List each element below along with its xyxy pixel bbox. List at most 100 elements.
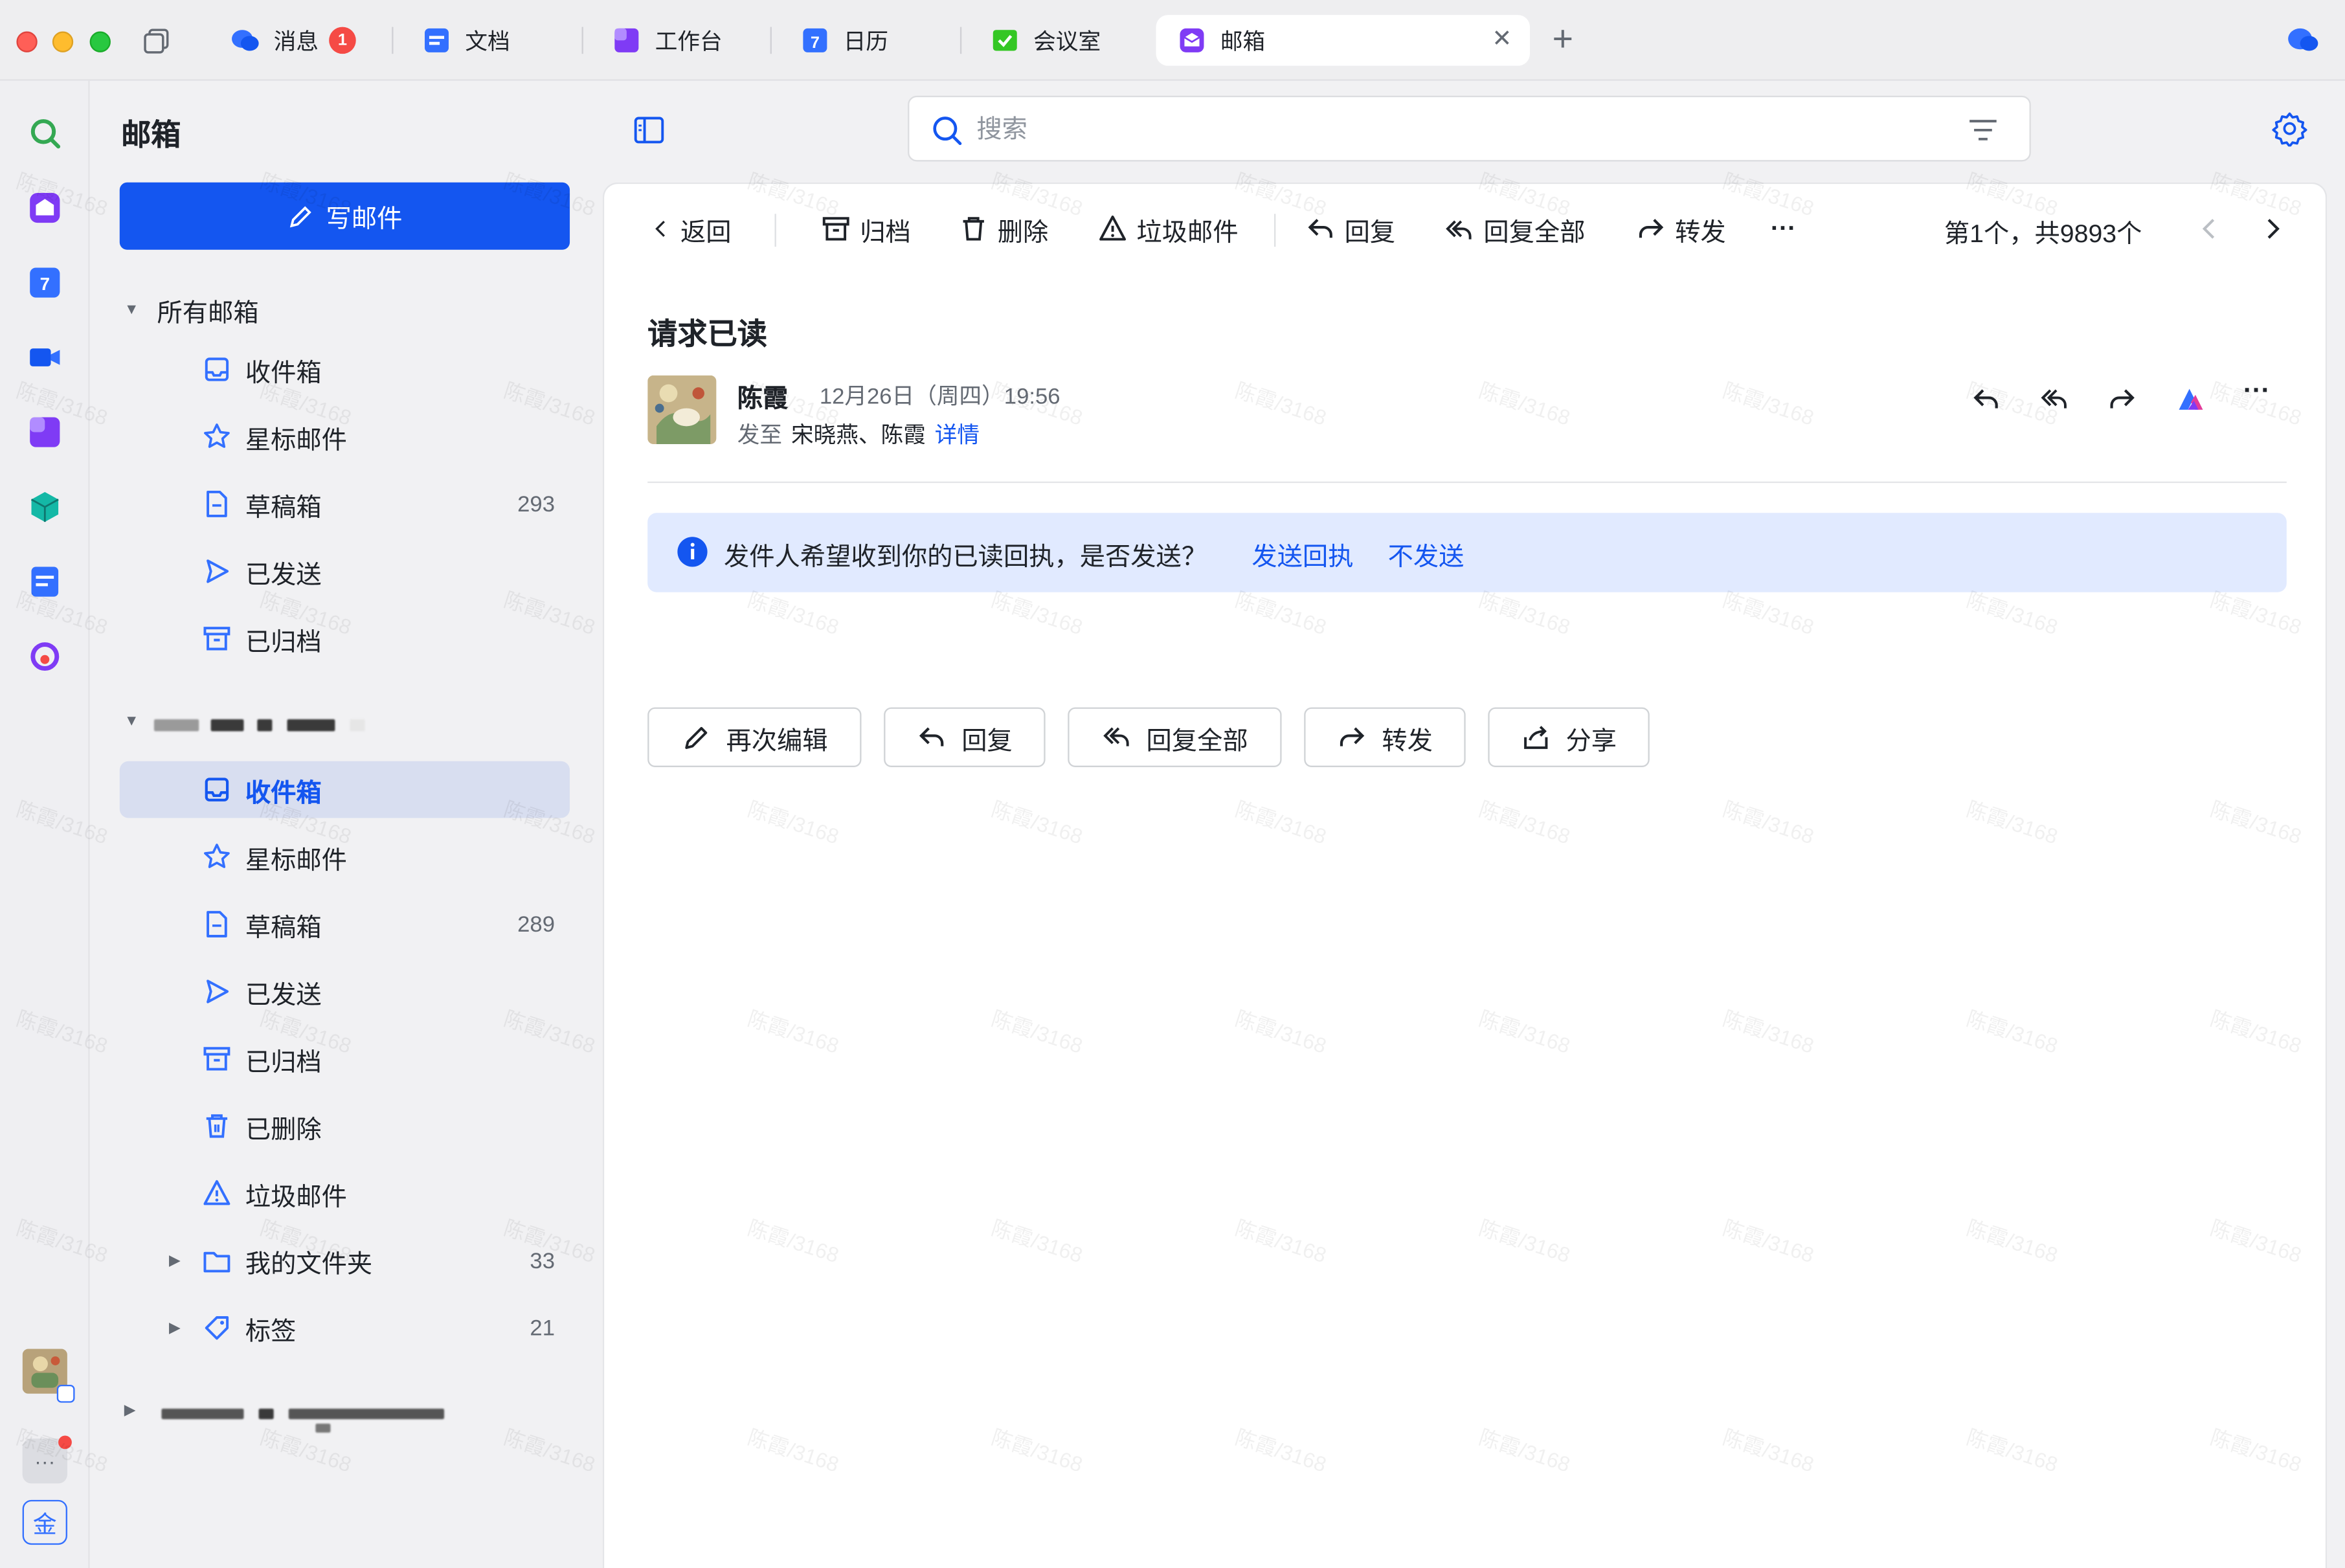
forward-button[interactable]: 转发: [1304, 707, 1466, 767]
all-mailboxes-group[interactable]: ▼ 所有邮箱: [124, 291, 259, 329]
docs-icon[interactable]: [28, 565, 62, 598]
details-link[interactable]: 详情: [935, 419, 980, 451]
sidebar-item-tags[interactable]: ▶ 标签 21: [120, 1299, 570, 1356]
back-button[interactable]: 返回: [651, 211, 732, 247]
svg-text:7: 7: [811, 34, 820, 52]
new-tab-button[interactable]: +: [1553, 21, 1573, 57]
share-icon: [1524, 726, 1548, 749]
chevron-left-icon[interactable]: [2195, 214, 2223, 243]
unread-badge: 1: [329, 27, 356, 54]
mail-icon[interactable]: [28, 192, 62, 225]
sidebar-item-archived[interactable]: 已归档: [120, 1031, 570, 1088]
account-group-2[interactable]: ▶: [124, 1403, 139, 1419]
settings-gear-icon[interactable]: [2272, 111, 2307, 147]
calendar-icon[interactable]: 7: [28, 266, 62, 299]
tab-mail[interactable]: 邮箱 ✕: [1156, 15, 1531, 66]
account-group[interactable]: ▼: [124, 713, 139, 730]
dont-send-link[interactable]: 不发送: [1388, 535, 1464, 573]
sidebar-item-drafts[interactable]: 草稿箱 293: [120, 476, 570, 533]
sidebar-item-drafts[interactable]: 草稿箱 289: [120, 896, 570, 953]
reply-all-icon[interactable]: [2040, 385, 2073, 414]
reply-button[interactable]: 回复: [1306, 211, 1395, 247]
delete-button[interactable]: 删除: [959, 211, 1048, 247]
reply-icon[interactable]: [1971, 385, 2004, 414]
tab-docs[interactable]: 文档: [421, 15, 510, 66]
reply-button[interactable]: 回复: [884, 707, 1046, 767]
caret-right-icon[interactable]: ▶: [169, 1253, 181, 1269]
chevron-left-icon: [655, 220, 665, 237]
sidebar-item-my-folders[interactable]: ▶ 我的文件夹 33: [120, 1232, 570, 1289]
app-circle-icon[interactable]: [28, 640, 62, 673]
caret-down-icon: ▼: [124, 302, 139, 319]
workplace-icon: [612, 25, 642, 55]
cube-app-icon[interactable]: [28, 491, 62, 524]
more-button[interactable]: ···: [1771, 211, 1796, 247]
pencil-icon: [684, 726, 707, 749]
redacted-text: [288, 1408, 445, 1420]
tab-messages[interactable]: 消息 1: [230, 15, 356, 66]
sidebar-item-starred[interactable]: 星标邮件: [120, 409, 570, 465]
minimize-window-button[interactable]: [52, 31, 74, 52]
meeting-room-icon: [990, 25, 1020, 55]
status-icon: [56, 1384, 75, 1403]
inbox-icon: [205, 778, 229, 801]
archive-button[interactable]: 归档: [821, 211, 911, 247]
sent-icon: [207, 559, 229, 583]
trash-icon: [963, 217, 984, 241]
more-icon[interactable]: ···: [2243, 375, 2276, 405]
folder-icon: [203, 1251, 230, 1273]
reply-all-icon: [1446, 220, 1472, 240]
tab-label: 工作台: [655, 29, 723, 55]
chevron-right-icon[interactable]: [2260, 214, 2287, 243]
sidebar-item-inbox[interactable]: 收件箱: [120, 341, 570, 398]
spam-button[interactable]: 垃圾邮件: [1097, 211, 1239, 247]
video-meeting-icon[interactable]: [28, 341, 62, 374]
recipient-names: 宋晓燕、陈霞: [791, 423, 926, 449]
caret-right-icon[interactable]: ▶: [169, 1319, 181, 1336]
draft-icon: [207, 490, 227, 517]
warning-icon: [1099, 215, 1127, 241]
edit-again-button[interactable]: 再次编辑: [647, 707, 862, 767]
sidebar-item-inbox[interactable]: 收件箱: [119, 761, 570, 818]
search-bar[interactable]: [908, 95, 2031, 162]
chat-icon[interactable]: [2287, 25, 2320, 55]
docs-icon: [421, 25, 451, 55]
share-button[interactable]: 分享: [1488, 707, 1650, 767]
sender-avatar[interactable]: [647, 375, 717, 445]
forward-icon: [1340, 727, 1365, 746]
tab-meeting-room[interactable]: 会议室: [990, 15, 1101, 66]
compose-button[interactable]: 写邮件: [119, 182, 570, 250]
forward-button[interactable]: 转发: [1636, 211, 1726, 247]
sender-name[interactable]: 陈霞: [737, 377, 789, 414]
sidebar-item-spam[interactable]: 垃圾邮件: [120, 1165, 570, 1222]
sidebar-item-sent[interactable]: 已发送: [120, 963, 570, 1020]
search-input[interactable]: [976, 112, 1874, 148]
reply-all-button[interactable]: 回复全部: [1444, 211, 1585, 247]
filter-icon[interactable]: [1967, 115, 2000, 145]
send-receipt-link[interactable]: 发送回执: [1251, 535, 1353, 573]
search-icon[interactable]: [28, 117, 62, 150]
recipients-line: 发至 宋晓燕、陈霞 详情: [737, 419, 980, 451]
workplace-icon[interactable]: [28, 416, 62, 449]
sidebar-item-starred[interactable]: 星标邮件: [120, 829, 570, 886]
ai-assistant-icon[interactable]: [2175, 385, 2208, 414]
tab-workplace[interactable]: 工作台: [612, 15, 723, 66]
reply-all-button[interactable]: 回复全部: [1068, 707, 1282, 767]
tab-overview-icon[interactable]: [142, 25, 172, 55]
close-tab-icon[interactable]: ✕: [1492, 28, 1512, 52]
badge-app-icon[interactable]: 金: [22, 1499, 67, 1545]
sidebar-item-sent[interactable]: 已发送: [120, 543, 570, 599]
star-icon: [204, 844, 230, 868]
tab-label: 消息: [273, 29, 319, 55]
tab-label: 会议室: [1033, 29, 1101, 55]
compose-label: 写邮件: [326, 205, 403, 234]
sidebar-item-deleted[interactable]: 已删除: [120, 1097, 570, 1154]
item-count: 21: [530, 1315, 555, 1341]
tab-bar: 消息 1 文档 工作台 7 日历 会议室 邮箱 ✕ +: [0, 0, 2345, 81]
sidebar-item-archived[interactable]: 已归档: [120, 610, 570, 667]
close-window-button[interactable]: [16, 31, 38, 52]
tab-calendar[interactable]: 7 日历: [800, 15, 888, 66]
forward-icon[interactable]: [2107, 385, 2140, 414]
sidebar-toggle-icon[interactable]: [633, 114, 666, 147]
maximize-window-button[interactable]: [89, 31, 111, 52]
